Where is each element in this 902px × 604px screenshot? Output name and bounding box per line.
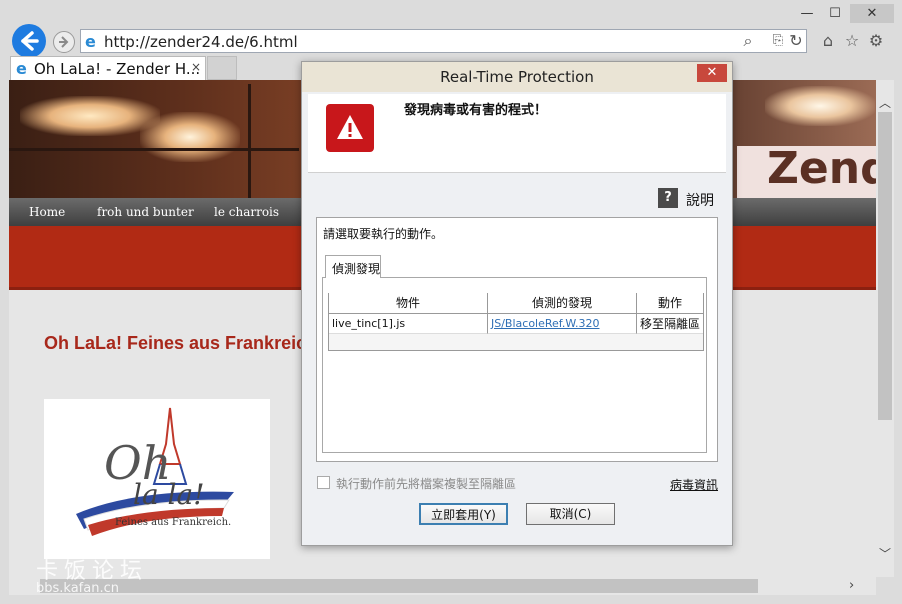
column-header-finding[interactable]: 偵測的發現 xyxy=(488,293,637,314)
warning-icon xyxy=(326,104,374,152)
tab-close-icon[interactable]: × xyxy=(191,60,201,74)
search-icon[interactable]: ⌕ xyxy=(738,31,758,51)
copy-to-quarantine-label: 執行動作前先將檔案複製至隔離區 xyxy=(336,477,517,491)
page-title: Oh LaLa! Feines aus Frankreich xyxy=(44,333,318,353)
help-icon[interactable]: ? xyxy=(658,188,678,208)
table-cell-object[interactable]: live_tinc[1].js xyxy=(329,314,488,334)
dialog-close-button[interactable]: ✕ xyxy=(697,64,727,82)
settings-gear-icon[interactable]: ⚙ xyxy=(866,31,886,51)
virus-info-link[interactable]: 病毒資訊 xyxy=(670,476,718,493)
banner-light xyxy=(765,86,875,126)
tab-title: Oh LaLa! - Zender H... xyxy=(34,60,201,78)
tab-detections-label: 偵測發現 xyxy=(332,262,381,276)
maximize-button[interactable]: ☐ xyxy=(822,4,848,23)
tab-ie-favicon-icon: e xyxy=(15,59,31,78)
dialog-title: Real-Time Protection xyxy=(440,68,594,86)
svg-text:e: e xyxy=(16,60,27,76)
copy-to-quarantine-checkbox[interactable] xyxy=(317,476,330,489)
banner-light xyxy=(20,96,160,136)
action-prompt: 請選取要執行的動作。 xyxy=(323,227,444,241)
compat-view-icon[interactable]: ⎘ xyxy=(768,31,788,51)
ie-logo-icon: e xyxy=(84,32,100,51)
window-titlebar xyxy=(0,0,902,26)
scroll-right-icon[interactable]: › xyxy=(849,578,854,593)
forward-arrow-icon[interactable] xyxy=(53,31,75,53)
logo-lala: la la! xyxy=(133,478,205,511)
svg-text:e: e xyxy=(85,33,96,49)
home-icon[interactable]: ⌂ xyxy=(818,31,838,51)
banner-window-frame xyxy=(248,84,251,198)
watermark-url: bbs.kafan.cn xyxy=(36,581,119,596)
help-link[interactable]: 說明 xyxy=(686,190,714,210)
nav-froh-und-bunter[interactable]: froh und bunter xyxy=(97,205,194,219)
scroll-down-icon[interactable]: ﹀ xyxy=(879,545,891,562)
nav-home[interactable]: Home xyxy=(29,205,65,219)
logo-subtitle: Feines aus Frankreich. xyxy=(115,517,232,528)
minimize-button[interactable]: — xyxy=(794,4,820,23)
table-cell-action[interactable]: 移至隔離區 xyxy=(637,314,703,334)
column-header-action[interactable]: 動作 xyxy=(637,293,703,314)
nav-le-charrois[interactable]: le charrois xyxy=(214,205,279,219)
banner-light xyxy=(140,112,240,162)
new-tab-button[interactable] xyxy=(207,56,237,80)
table-row xyxy=(329,334,703,350)
table-cell-finding-link[interactable]: JS/BlacoleRef.W.320 xyxy=(488,314,637,334)
back-arrow-icon[interactable] xyxy=(12,24,46,58)
cancel-button[interactable]: 取消(C) xyxy=(526,503,615,525)
banner-window-frame xyxy=(9,148,299,151)
scroll-up-icon[interactable]: ︿ xyxy=(879,94,891,111)
apply-now-button[interactable]: 立即套用(Y) xyxy=(419,503,508,525)
window-close-button[interactable]: ✕ xyxy=(850,4,894,23)
favorites-star-icon[interactable]: ☆ xyxy=(842,31,862,51)
brand-logo-text: Zend xyxy=(767,143,892,194)
address-url[interactable]: http://zender24.de/6.html xyxy=(104,33,298,51)
column-header-object[interactable]: 物件 xyxy=(329,293,488,314)
refresh-icon[interactable]: ↻ xyxy=(786,31,806,51)
vertical-scroll-thumb[interactable] xyxy=(878,112,892,420)
threat-message: 發現病毒或有害的程式！ xyxy=(404,103,548,118)
